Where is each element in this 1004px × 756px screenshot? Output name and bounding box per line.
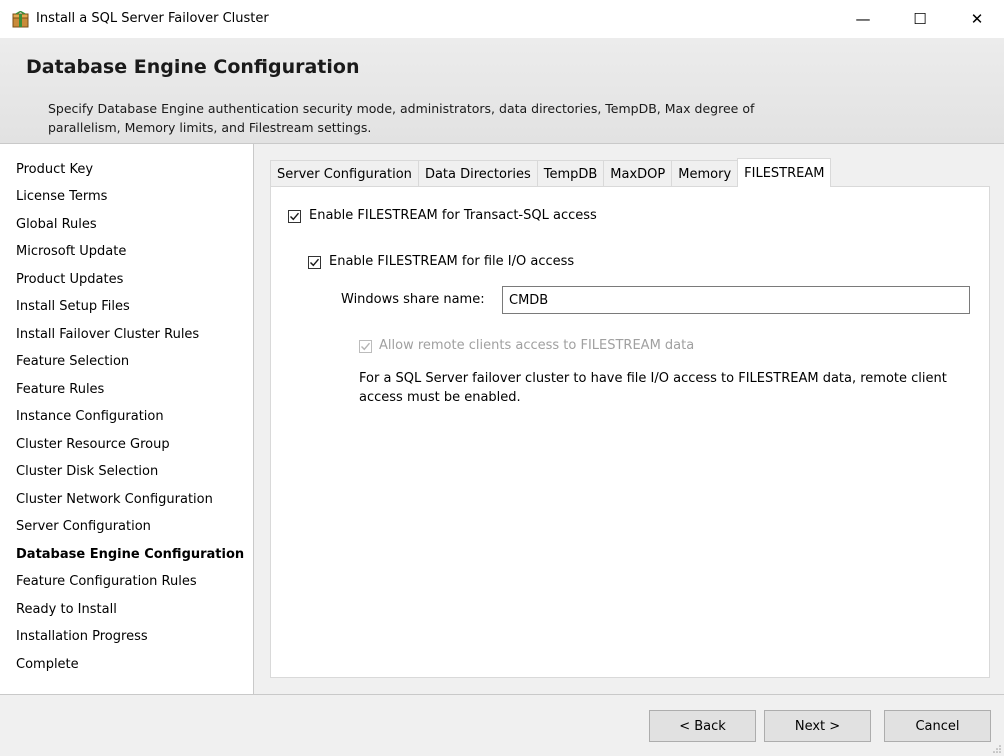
nav-item-ready-to-install[interactable]: Ready to Install [16,602,117,617]
setup-steps-nav: Product Key License Terms Global Rules M… [0,144,254,694]
tab-memory[interactable]: Memory [671,160,739,187]
tsql-access-label[interactable]: Enable FILESTREAM for Transact-SQL acces… [309,208,597,223]
tab-filestream[interactable]: FILESTREAM [737,158,832,187]
tab-tempdb[interactable]: TempDB [536,160,605,187]
nav-item-product-key[interactable]: Product Key [16,162,93,177]
nav-item-instance-configuration[interactable]: Instance Configuration [16,409,164,424]
file-io-access-label[interactable]: Enable FILESTREAM for file I/O access [329,254,574,269]
checkmark-icon [361,342,371,351]
minimize-icon: — [855,10,871,28]
nav-item-cluster-resource-group[interactable]: Cluster Resource Group [16,437,170,452]
nav-item-install-failover-cluster-rules[interactable]: Install Failover Cluster Rules [16,327,199,342]
tab-maxdop[interactable]: MaxDOP [603,160,673,187]
nav-item-product-updates[interactable]: Product Updates [16,272,123,287]
remote-access-info: For a SQL Server failover cluster to hav… [359,371,947,405]
installer-box-icon [12,11,29,28]
close-icon: ✕ [970,10,984,28]
close-button[interactable]: ✕ [954,0,1000,38]
page-description: Specify Database Engine authentication s… [48,101,755,135]
nav-item-feature-selection[interactable]: Feature Selection [16,354,129,369]
nav-item-install-setup-files[interactable]: Install Setup Files [16,299,130,314]
cancel-button[interactable]: Cancel [884,710,991,742]
title-bar: Install a SQL Server Failover Cluster — … [0,0,1004,38]
remote-clients-label: Allow remote clients access to FILESTREA… [379,338,695,353]
page-title: Database Engine Configuration [26,56,360,78]
nav-item-feature-configuration-rules[interactable]: Feature Configuration Rules [16,574,197,589]
nav-item-installation-progress[interactable]: Installation Progress [16,629,148,644]
back-button[interactable]: < Back [649,710,756,742]
nav-item-feature-rules[interactable]: Feature Rules [16,382,104,397]
config-tabs: Server Configuration Data Directories Te… [270,158,832,187]
file-io-access-checkbox[interactable] [308,256,321,269]
tab-server-configuration[interactable]: Server Configuration [270,160,419,187]
nav-item-global-rules[interactable]: Global Rules [16,217,97,232]
next-button[interactable]: Next > [764,710,871,742]
nav-item-server-configuration[interactable]: Server Configuration [16,519,151,534]
nav-item-cluster-disk-selection[interactable]: Cluster Disk Selection [16,464,158,479]
tab-data-directories[interactable]: Data Directories [417,160,538,187]
tsql-access-checkbox[interactable] [288,210,301,223]
maximize-button[interactable]: ☐ [897,0,943,38]
share-name-input[interactable] [502,286,970,314]
nav-item-license-terms[interactable]: License Terms [16,189,107,204]
nav-item-microsoft-update[interactable]: Microsoft Update [16,244,126,259]
minimize-button[interactable]: — [840,0,886,38]
nav-item-database-engine-configuration[interactable]: Database Engine Configuration [16,547,244,562]
remote-clients-checkbox [359,340,372,353]
checkmark-icon [310,258,320,267]
maximize-icon: ☐ [913,10,927,28]
page-header: Database Engine Configuration Specify Da… [0,38,1004,144]
checkmark-icon [290,212,300,221]
resize-grip-icon[interactable] [992,744,1002,754]
share-name-label: Windows share name: [341,292,485,307]
nav-item-cluster-network-configuration[interactable]: Cluster Network Configuration [16,492,213,507]
nav-item-complete[interactable]: Complete [16,657,79,672]
window-title: Install a SQL Server Failover Cluster [36,11,269,26]
